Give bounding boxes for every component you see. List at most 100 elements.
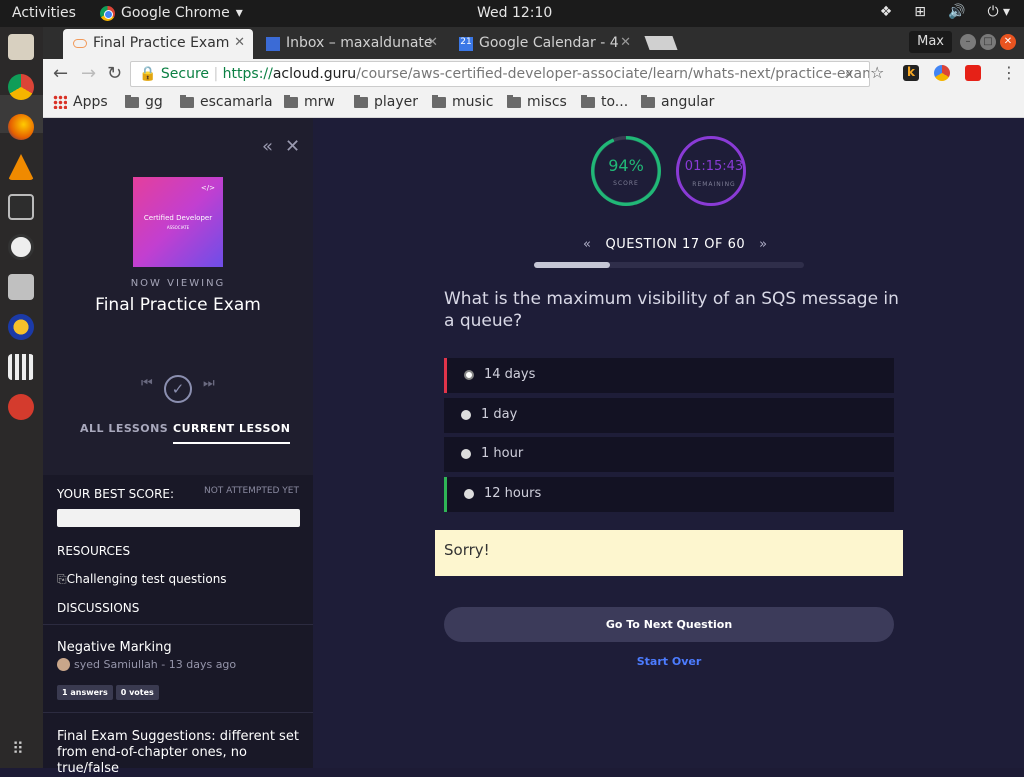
cloud-icon	[73, 39, 87, 48]
resource-link[interactable]: ⎘Challenging test questions	[57, 572, 227, 587]
bookmark-music[interactable]: music	[432, 94, 493, 110]
next-lesson-icon[interactable]: ⏭	[203, 376, 215, 391]
minimize-button[interactable]: –	[960, 34, 976, 50]
bookmark-mrw[interactable]: mrw	[284, 94, 335, 110]
tab-current-lesson[interactable]: CURRENT LESSON	[173, 422, 291, 444]
terminal-icon[interactable]	[8, 194, 34, 220]
answer-option[interactable]: 14 days	[444, 358, 894, 393]
bookmark-escamarla[interactable]: escamarla	[180, 94, 273, 110]
extension-k-icon[interactable]: k	[903, 65, 919, 81]
bookmark-star-icon[interactable]: ☆	[870, 63, 884, 82]
extension-color-icon[interactable]	[934, 65, 950, 81]
discussion-badges: 1 answers 0 votes	[57, 680, 299, 700]
score-label: SCORE	[613, 180, 639, 187]
tab-final-practice-exam[interactable]: Final Practice Exam ✕	[63, 29, 253, 59]
discussion-title: Negative Marking	[57, 640, 172, 655]
tab-all-lessons[interactable]: ALL LESSONS	[80, 422, 168, 435]
reload-button[interactable]: ↻	[107, 63, 122, 84]
radio-selected	[464, 370, 474, 380]
discussions-heading: DISCUSSIONS	[57, 601, 140, 615]
previous-question-icon[interactable]: «	[583, 237, 591, 252]
dropbox-icon[interactable]: ❖	[880, 4, 893, 20]
next-question-icon[interactable]: »	[759, 237, 767, 252]
discussion-item[interactable]: Final Exam Suggestions: different set fr…	[43, 729, 313, 777]
close-window-button[interactable]: ✕	[1000, 34, 1016, 50]
network-icon[interactable]: ⊞	[914, 4, 926, 20]
feedback-box: Sorry!	[435, 530, 903, 576]
lesson-title: Final Practice Exam	[95, 295, 261, 315]
settings-icon[interactable]	[8, 394, 34, 420]
close-icon[interactable]: ✕	[620, 35, 631, 50]
url-host: acloud.guru	[272, 66, 357, 82]
thumbnail-subtitle: ASSOCIATE	[166, 225, 190, 230]
best-score-bar	[57, 509, 300, 527]
forward-button[interactable]: →	[81, 63, 96, 84]
bookmark-player[interactable]: player	[354, 94, 418, 110]
answer-option[interactable]: 1 hour	[444, 437, 894, 472]
activities-button[interactable]: Activities	[12, 5, 76, 21]
address-bar[interactable]: 🔒 Secure | https://acloud.guru/course/aw…	[130, 61, 870, 87]
software-icon[interactable]	[8, 234, 34, 260]
next-question-button[interactable]: Go To Next Question	[444, 607, 894, 642]
bookmark-label: angular	[661, 94, 715, 110]
chrome-launcher-icon[interactable]	[8, 74, 34, 100]
tab-inbox[interactable]: Inbox – maxaldunate ✕	[256, 29, 446, 59]
previous-lesson-icon[interactable]: ⏮	[141, 376, 153, 391]
close-icon[interactable]: ✕	[427, 35, 438, 50]
clock[interactable]: Wed 12:10	[477, 5, 552, 21]
files-icon[interactable]	[8, 34, 34, 60]
folder-icon	[284, 94, 298, 108]
answers-badge: 1 answers	[57, 685, 113, 700]
new-tab-button[interactable]	[644, 36, 678, 50]
radio	[461, 449, 471, 459]
discussion-item[interactable]: Negative Marking syed Samiullah - 13 day…	[43, 640, 313, 700]
best-score-status: NOT ATTEMPTED YET	[203, 486, 299, 496]
archive-icon[interactable]	[8, 274, 34, 300]
profile-button[interactable]: Max	[909, 31, 952, 53]
close-icon[interactable]: ✕	[285, 136, 300, 157]
bookmark-angular[interactable]: angular	[641, 94, 714, 110]
question-header: « QUESTION 17 OF 60 »	[583, 237, 768, 252]
tab-calendar[interactable]: 21 Google Calendar - 4 ✕	[449, 29, 639, 59]
bookmark-label: Apps	[73, 94, 108, 110]
vlc-icon[interactable]	[8, 154, 34, 180]
answer-option[interactable]: 1 day	[444, 398, 894, 433]
divider	[43, 624, 313, 625]
option-label: 12 hours	[484, 486, 542, 501]
video-editor-icon[interactable]	[8, 354, 34, 380]
timer-label: REMAINING	[692, 181, 736, 188]
collapse-icon[interactable]: «	[262, 136, 273, 157]
browser-toolbar: ← → ↻ 🔒 Secure | https://acloud.guru/cou…	[43, 59, 1024, 89]
question-counter: QUESTION 17 OF 60	[605, 237, 746, 252]
audio-icon[interactable]	[8, 314, 34, 340]
now-viewing-label: NOW VIEWING	[130, 278, 226, 289]
show-apps-icon[interactable]: ⠿	[12, 739, 24, 758]
course-sidebar: « ✕ </> Certified Developer ASSOCIATE NO…	[43, 118, 313, 776]
maximize-button[interactable]: □	[980, 34, 996, 50]
answer-option[interactable]: 12 hours	[444, 477, 894, 512]
bookmark-miscs[interactable]: miscs	[507, 94, 567, 110]
back-button[interactable]: ←	[53, 63, 68, 84]
firefox-icon[interactable]	[8, 114, 34, 140]
volume-icon[interactable]: 🔊	[948, 4, 965, 20]
bookmark-to[interactable]: to...	[581, 94, 628, 110]
bookmark-gg[interactable]: gg	[125, 94, 163, 110]
secure-label: Secure	[160, 66, 210, 82]
power-icon[interactable]: ⏻ ▾	[987, 4, 1010, 20]
bookmark-label: player	[374, 94, 419, 110]
bookmark-apps[interactable]: Apps	[53, 94, 108, 110]
tab-strip: Final Practice Exam ✕ Inbox – maxaldunat…	[43, 27, 1024, 59]
bookmark-label: gg	[145, 94, 163, 110]
extension-youtube-icon[interactable]	[965, 65, 981, 81]
mail-icon	[266, 37, 280, 51]
complete-check-icon[interactable]: ✓	[164, 375, 192, 403]
option-label: 1 hour	[481, 446, 524, 461]
close-icon[interactable]: ✕	[234, 35, 245, 50]
app-menu[interactable]: Google Chrome ▾	[100, 5, 243, 21]
zoom-icon[interactable]: ⌕	[845, 65, 853, 81]
start-over-link[interactable]: Start Over	[444, 655, 894, 668]
progress-fill	[534, 262, 610, 268]
paperclip-icon: ⎘	[57, 572, 67, 586]
system-tray[interactable]: ❖ ⊞ 🔊 ⏻ ▾	[880, 4, 1010, 20]
menu-icon[interactable]: ⋮	[1001, 63, 1017, 82]
